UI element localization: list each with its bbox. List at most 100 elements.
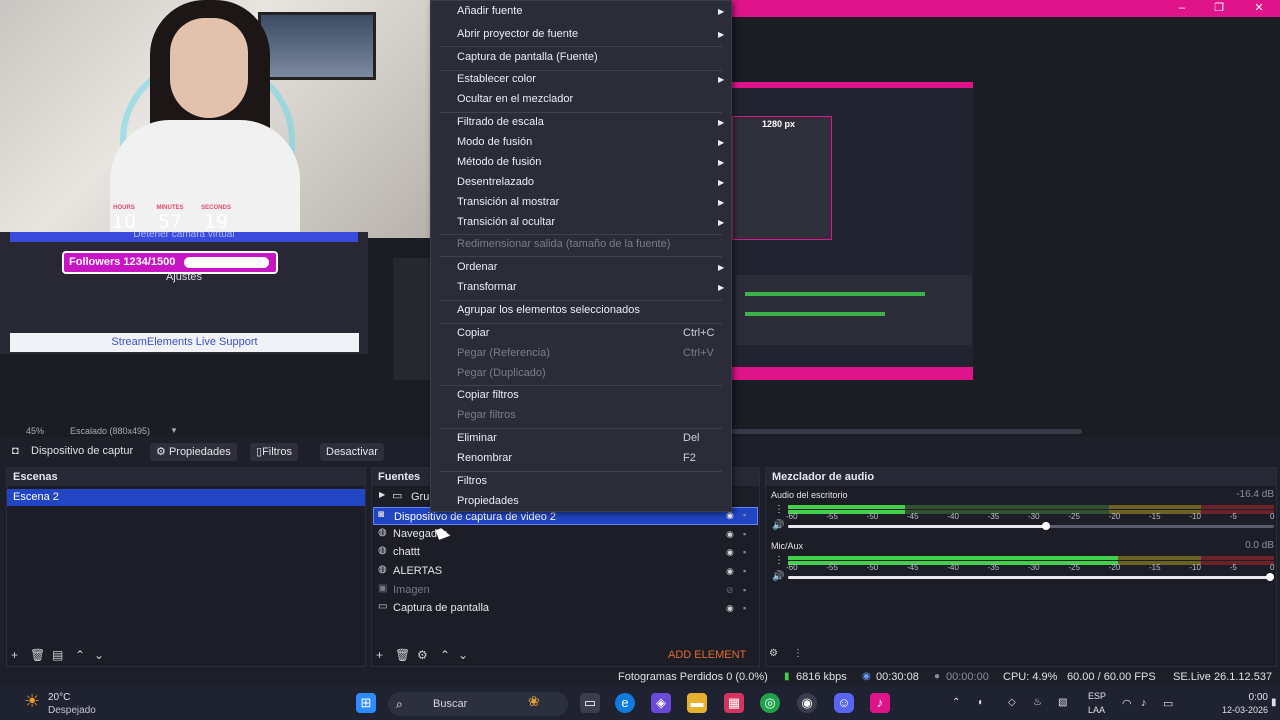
source-row-hidden[interactable]: Imagen [373, 581, 758, 599]
context-menu-item[interactable]: Ocultar en el mezclador [457, 93, 573, 105]
kebab-menu-icon[interactable]: ⋮ [774, 555, 784, 566]
context-menu-item[interactable]: Agrupar los elementos seleccionados [457, 304, 640, 316]
weather-desc[interactable]: Despejado [48, 705, 96, 716]
clock-date[interactable]: 12-03-2026 [1208, 705, 1268, 715]
source-label: Dispositivo de captura de video 2 [394, 511, 557, 523]
deactivate-button[interactable]: Desactivar [320, 443, 384, 461]
add-scene-button[interactable]: + [11, 648, 18, 666]
add-element-button[interactable]: ADD ELEMENT [668, 649, 746, 661]
tray-app-icon[interactable]: ◇ [1008, 697, 1016, 708]
context-menu-item[interactable]: Copiar [457, 327, 489, 339]
move-down-icon[interactable]: ⌄ [94, 648, 104, 666]
lock-icon[interactable]: ▪ [743, 603, 755, 613]
image-icon: ▣ [378, 583, 388, 594]
source-label: chattt [393, 546, 420, 558]
taskbar-search[interactable]: Buscar [388, 692, 568, 716]
expand-arrow-icon[interactable]: ▶ [379, 490, 385, 499]
lock-icon[interactable]: ▪ [743, 547, 755, 557]
zoom-level[interactable]: 45% [26, 426, 44, 436]
clock-time[interactable]: 0:00 [1218, 692, 1268, 703]
language-bottom[interactable]: LAA [1088, 705, 1105, 715]
speaker-icon[interactable]: 🔊 [772, 571, 784, 582]
context-menu-item[interactable]: Renombrar [457, 452, 512, 464]
context-menu-item[interactable]: Transformar [457, 281, 517, 293]
volume-icon[interactable]: ♪ [1141, 697, 1147, 709]
source-row[interactable]: Navegador [373, 525, 758, 543]
eye-hidden-icon[interactable]: ⊘ [726, 585, 738, 596]
eye-icon[interactable]: ◉ [726, 547, 738, 558]
close-button[interactable]: ✕ [1240, 0, 1278, 17]
speaker-icon[interactable]: 🔊 [772, 520, 784, 531]
context-menu-item[interactable]: Desentrelazado [457, 176, 534, 188]
battery-icon[interactable]: ▭ [1163, 697, 1173, 710]
minimize-button[interactable]: – [1163, 0, 1201, 17]
windows-start-icon[interactable]: ⊞ [356, 693, 376, 713]
lock-icon[interactable]: ▪ [743, 585, 755, 595]
move-up-icon[interactable]: ⌃ [440, 648, 450, 666]
context-menu-item[interactable]: Captura de pantalla (Fuente) [457, 51, 598, 63]
gear-icon[interactable]: ⚙ [417, 648, 428, 666]
add-source-button[interactable]: + [376, 648, 383, 666]
chevron-down-icon[interactable]: ▼ [170, 426, 178, 435]
trash-icon[interactable]: 🗑 [30, 648, 45, 666]
streamelements-support-button[interactable]: StreamElements Live Support [10, 333, 359, 352]
weather-icon[interactable]: ☀ [24, 691, 40, 712]
task-view-icon[interactable]: ▭ [580, 693, 600, 713]
properties-button[interactable]: ⚙ Propiedades [150, 443, 237, 461]
lock-icon[interactable]: ▪ [743, 529, 755, 539]
scene-item[interactable]: Escena 2 [7, 489, 365, 506]
context-menu-item[interactable]: Método de fusión [457, 156, 541, 168]
wifi-icon[interactable]: ◠ [1122, 697, 1132, 710]
maximize-button[interactable]: ❐ [1200, 0, 1238, 17]
discord-icon[interactable]: ☺ [834, 693, 854, 713]
filters-button[interactable]: ▯Filtros [250, 443, 299, 461]
lock-icon[interactable]: ▪ [743, 510, 755, 520]
language-top[interactable]: ESP [1088, 691, 1106, 701]
source-row[interactable]: ALERTAS [373, 562, 758, 580]
context-menu-item[interactable]: Transición al mostrar [457, 196, 559, 208]
context-menu-item[interactable]: Propiedades [457, 495, 519, 507]
trash-icon[interactable]: 🗑 [395, 648, 410, 666]
file-explorer-icon[interactable]: ▬ [687, 693, 707, 713]
context-menu-item[interactable]: Copiar filtros [457, 389, 519, 401]
copilot-icon[interactable]: ◈ [651, 693, 671, 713]
move-up-icon[interactable]: ⌃ [75, 648, 85, 666]
context-menu-item[interactable]: Modo de fusión [457, 136, 532, 148]
context-menu-item[interactable]: Establecer color [457, 73, 536, 85]
mixer-menu-icon[interactable]: ⋮ [793, 648, 803, 666]
weather-temp[interactable]: 20°C [48, 692, 70, 703]
edge-icon[interactable]: e [615, 693, 635, 713]
store-icon[interactable]: ▦ [724, 693, 744, 713]
tray-app-icon[interactable]: ▧ [1058, 697, 1067, 708]
notification-icon[interactable]: ▮ [1271, 697, 1277, 708]
obs-icon[interactable]: ◉ [797, 693, 817, 713]
tiktok-icon[interactable]: ♪ [870, 693, 890, 713]
scale-dropdown[interactable]: Escalado (880x495) [70, 426, 150, 436]
context-menu-item[interactable]: Filtros [457, 475, 487, 487]
tray-chevron-icon[interactable]: ⌃ [952, 697, 960, 708]
kebab-menu-icon[interactable]: ⋮ [774, 504, 784, 515]
tray-app-icon[interactable]: ◐ [978, 697, 984, 708]
lock-icon[interactable]: ▪ [743, 566, 755, 576]
scene-filter-icon[interactable]: ▤ [52, 648, 63, 666]
volume-slider[interactable] [1266, 573, 1274, 581]
context-menu-item[interactable]: Eliminar [457, 432, 497, 444]
context-menu-item[interactable]: Abrir proyector de fuente [457, 28, 578, 40]
microphone-icon[interactable]: ♨ [1033, 697, 1042, 708]
move-down-icon[interactable]: ⌄ [458, 648, 468, 666]
stop-virtualcam-button[interactable]: Detener cámara virtual [10, 232, 358, 242]
volume-slider[interactable] [1041, 522, 1050, 530]
context-menu-item[interactable]: Añadir fuente [457, 5, 522, 17]
context-menu-item[interactable]: Ordenar [457, 261, 497, 273]
source-row[interactable]: chattt [373, 543, 758, 561]
eye-icon[interactable]: ◉ [726, 603, 738, 614]
source-row[interactable]: Captura de pantalla [373, 599, 758, 617]
chrome-icon[interactable]: ◎ [760, 693, 780, 713]
scale-tick: 0 [1270, 563, 1275, 572]
context-menu-item[interactable]: Transición al ocultar [457, 216, 555, 228]
mixer-settings-icon[interactable]: ⚙ [769, 648, 778, 666]
context-menu-item[interactable]: Filtrado de escala [457, 116, 544, 128]
eye-icon[interactable]: ◉ [726, 566, 738, 577]
submenu-arrow-icon: ▶ [718, 118, 725, 127]
eye-icon[interactable]: ◉ [726, 529, 738, 540]
